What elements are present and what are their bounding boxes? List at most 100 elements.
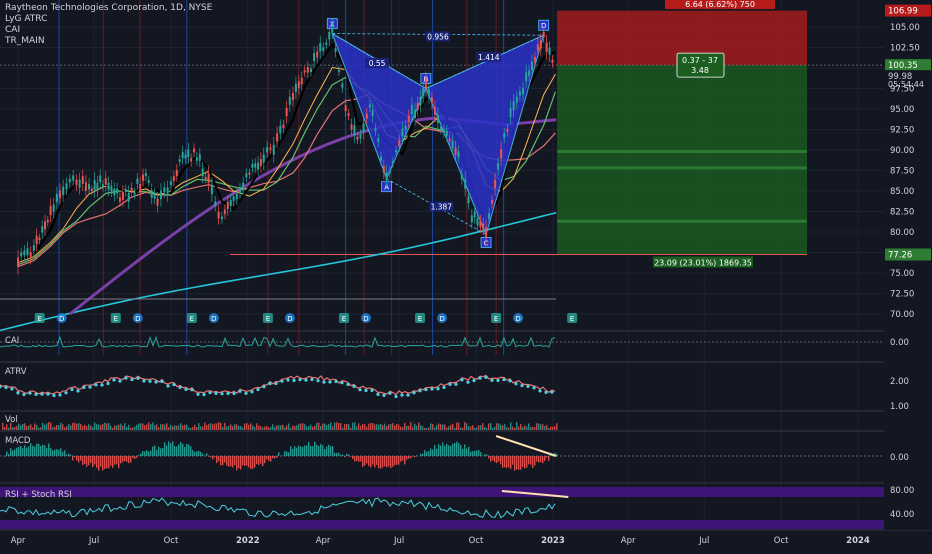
volume-bar <box>128 425 129 430</box>
atrv-dot <box>76 389 79 392</box>
macd-histogram-bar <box>18 447 19 456</box>
candle-body <box>295 84 297 92</box>
atrv-dot <box>406 393 409 396</box>
candle-body <box>353 125 355 135</box>
candle-body <box>266 147 268 152</box>
volume-bar <box>456 423 457 430</box>
macd-histogram-bar <box>528 456 529 464</box>
pane-label-macd[interactable]: MACD <box>5 436 30 446</box>
volume-bar <box>164 425 165 430</box>
macd-histogram-bar <box>298 446 299 456</box>
target-zone[interactable] <box>557 65 807 254</box>
cai-axis-tick: 0.00 <box>890 338 909 348</box>
pane-label-rsi[interactable]: RSI + Stoch RSI <box>5 490 72 500</box>
pane-label-cai[interactable]: CAI <box>5 336 19 346</box>
atrv-dot <box>34 393 37 396</box>
macd-histogram-bar <box>40 446 41 456</box>
volume-bar <box>290 428 291 430</box>
indicator-tr-main[interactable]: TR_MAIN <box>5 36 212 47</box>
dividend-letter: D <box>515 315 520 323</box>
macd-histogram-bar <box>420 454 421 456</box>
candle-body <box>405 126 407 130</box>
pane-label-atrv[interactable]: ATRV <box>5 367 27 377</box>
atrv-dot <box>472 379 475 382</box>
candle-body <box>428 89 430 97</box>
macd-histogram-bar <box>332 446 333 456</box>
candle-body <box>148 180 150 183</box>
volume-bar <box>428 428 429 430</box>
macd-histogram-bar <box>246 456 247 466</box>
candle-body <box>187 150 189 157</box>
earnings-letter: E <box>342 315 346 323</box>
price-tick: 87.50 <box>890 167 914 177</box>
candle-body <box>59 190 61 197</box>
atrv-dot <box>430 387 433 390</box>
atrv-dot <box>478 377 481 380</box>
volume-bar <box>84 425 85 430</box>
atrv-dot <box>4 386 7 389</box>
volume-bar <box>308 426 309 430</box>
volume-bar <box>236 424 237 430</box>
earnings-letter: E <box>38 315 42 323</box>
candle-body <box>160 191 162 200</box>
macd-histogram-bar <box>480 452 481 456</box>
volume-bar <box>370 423 371 430</box>
volume-bar <box>228 426 229 430</box>
macd-histogram-bar <box>434 445 435 456</box>
candle-body <box>65 183 67 189</box>
candle-body <box>552 60 554 63</box>
chart-stage[interactable]: XABCD0.551.3871.4140.956EDEDEDEDEDEDEDE1… <box>0 0 932 550</box>
atrv-dot <box>370 389 373 392</box>
macd-histogram-bar <box>48 443 49 456</box>
symbol-title[interactable]: Raytheon Technologies Corporation, 1D, N… <box>5 3 212 14</box>
candle-body <box>20 252 22 256</box>
candle-body <box>208 173 210 183</box>
macd-histogram-bar <box>122 456 123 462</box>
volume-bar <box>306 426 307 430</box>
volume-bar <box>50 423 51 430</box>
indicator-cai[interactable]: CAI <box>5 25 212 36</box>
candle-body <box>27 248 29 255</box>
volume-bar <box>288 424 289 430</box>
macd-histogram-bar <box>64 450 65 456</box>
macd-histogram-bar <box>28 447 29 456</box>
macd-histogram-bar <box>460 445 461 456</box>
macd-histogram-bar <box>88 456 89 465</box>
macd-histogram-bar <box>114 456 115 465</box>
price-chart[interactable]: XABCD0.551.3871.4140.956EDEDEDEDEDEDEDE1… <box>0 0 932 550</box>
atrv-dot <box>202 393 205 396</box>
candle-body <box>307 67 309 72</box>
volume-bar <box>70 425 71 430</box>
candle-body <box>341 83 343 87</box>
volume-bar <box>196 427 197 430</box>
candle-body <box>134 192 136 195</box>
macd-histogram-bar <box>22 448 23 456</box>
time-tick-2022: 2022 <box>236 536 260 546</box>
candle-body <box>96 183 98 190</box>
macd-histogram-bar <box>126 456 127 462</box>
volume-bar <box>500 425 501 430</box>
volume-bar <box>312 427 313 430</box>
indicator-lyg-atrc[interactable]: LyG ATRC <box>5 14 212 25</box>
volume-bar <box>382 425 383 430</box>
candle-body <box>422 88 424 96</box>
macd-histogram-bar <box>402 456 403 460</box>
candle-body <box>239 188 241 193</box>
volume-bar <box>194 425 195 430</box>
time-tick-apr: Apr <box>621 536 636 546</box>
candle-body <box>348 113 350 116</box>
volume-bar <box>96 424 97 430</box>
volume-bar <box>486 428 487 430</box>
atrv-dot <box>22 393 25 396</box>
macd-histogram-bar <box>488 456 489 458</box>
macd-histogram-bar <box>224 456 225 463</box>
candle-body <box>322 47 324 51</box>
candle-body <box>282 125 284 129</box>
time-axis-bg <box>0 531 932 550</box>
macd-histogram-bar <box>82 456 83 465</box>
candle-body <box>136 179 138 184</box>
macd-histogram-bar <box>548 456 549 461</box>
macd-histogram-bar <box>316 445 317 456</box>
pane-label-vol[interactable]: Vol <box>5 415 18 425</box>
volume-bar <box>118 425 119 430</box>
